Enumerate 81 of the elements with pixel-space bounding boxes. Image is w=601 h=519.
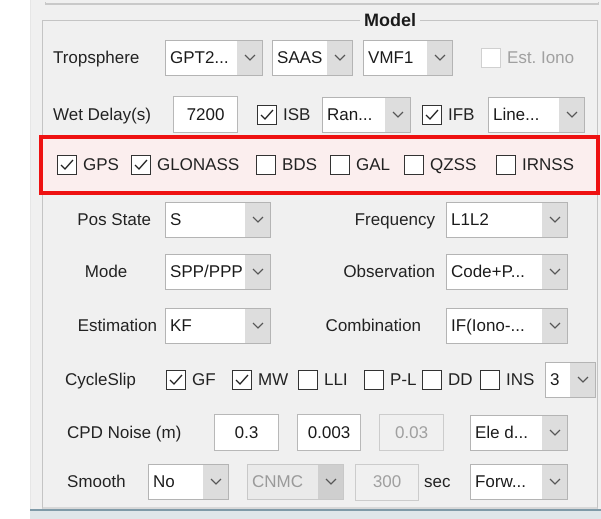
dropdown[interactable]: SAAS — [272, 40, 353, 76]
dropdown[interactable]: S — [165, 202, 271, 238]
checkbox[interactable] — [404, 155, 424, 175]
dropdown[interactable]: Ran... — [322, 96, 411, 132]
field-label: Frequency — [354, 210, 435, 230]
checkbox-label: BDS — [282, 155, 317, 175]
chevron-down-icon — [252, 322, 264, 330]
field-label: Observation — [342, 262, 435, 282]
dropdown[interactable]: IF(Iono-... — [446, 308, 568, 344]
chevron-down-icon — [576, 376, 588, 384]
checkbox-label: ISB — [283, 104, 310, 124]
checkbox[interactable] — [166, 370, 186, 390]
checkbox-label: QZSS — [430, 155, 476, 175]
chevron-down-icon — [548, 268, 560, 276]
field-label: sec — [424, 472, 452, 492]
chevron-down-icon — [334, 54, 346, 62]
chevron-down-icon — [548, 322, 560, 330]
dropdown[interactable]: Code+P... — [446, 254, 568, 290]
checkbox[interactable] — [131, 155, 151, 175]
dropdown[interactable]: 3 — [545, 362, 596, 398]
input-field[interactable]: 0.3 — [214, 414, 279, 451]
chevron-down-icon — [252, 268, 264, 276]
checkbox[interactable] — [422, 104, 442, 124]
chevron-down-icon — [392, 110, 404, 118]
checkbox-label: DD — [448, 370, 473, 390]
chevron-down-icon — [548, 478, 560, 486]
check-icon — [425, 108, 439, 120]
dropdown[interactable]: Forw... — [470, 464, 568, 500]
check-icon — [235, 374, 249, 386]
field-label: Smooth — [67, 472, 127, 492]
checkbox[interactable] — [480, 370, 500, 390]
chevron-down-icon — [548, 216, 560, 224]
checkbox[interactable] — [257, 104, 277, 124]
field-label: Mode — [84, 262, 128, 282]
dropdown[interactable]: KF — [165, 308, 271, 344]
dropdown[interactable]: No — [148, 464, 229, 500]
chevron-down-icon — [566, 110, 578, 118]
check-icon — [60, 159, 74, 171]
checkbox[interactable] — [256, 155, 276, 175]
checkbox-label: INS — [506, 370, 534, 390]
check-icon — [260, 108, 274, 120]
checkbox-label: MW — [258, 370, 288, 390]
field-label: Pos State — [76, 210, 151, 230]
checkbox-label: GLONASS — [157, 155, 240, 175]
field-label: CycleSlip — [65, 370, 137, 390]
field-label: Wet Delay(s) — [53, 104, 152, 124]
checkbox[interactable] — [422, 370, 442, 390]
input-field[interactable]: 0.003 — [297, 414, 361, 451]
field-label: Combination — [324, 316, 421, 336]
checkbox[interactable] — [496, 155, 516, 175]
checkbox-label: GF — [192, 370, 216, 390]
chevron-down-icon — [252, 216, 264, 224]
dropdown[interactable]: SPP/PPP — [165, 254, 271, 290]
field-label: CPD Noise (m) — [67, 422, 182, 442]
dropdown[interactable]: L1L2 — [446, 202, 568, 238]
chevron-down-icon — [244, 54, 256, 62]
checkbox-label: LLI — [324, 370, 348, 390]
field-label: Estimation — [76, 316, 157, 336]
checkbox-label: P-L — [390, 370, 416, 390]
field-label: Tropsphere — [53, 48, 140, 68]
chevron-down-icon — [434, 54, 446, 62]
checkbox[interactable] — [330, 155, 350, 175]
chevron-down-icon — [548, 428, 560, 436]
checkbox-label: GPS — [83, 155, 119, 175]
checkbox[interactable] — [364, 370, 384, 390]
dropdown[interactable]: VMF1 — [363, 40, 453, 76]
checkbox-label: IFB — [448, 104, 474, 124]
checkbox-label: Est. Iono — [507, 48, 574, 68]
chevron-down-icon — [210, 478, 222, 486]
chevron-down-icon — [324, 478, 336, 486]
checkbox[interactable] — [232, 370, 252, 390]
checkbox[interactable] — [57, 155, 77, 175]
checkbox-label: IRNSS — [522, 155, 574, 175]
checkbox[interactable] — [298, 370, 318, 390]
dropdown[interactable]: GPT2... — [165, 40, 263, 76]
dropdown[interactable]: Ele d... — [470, 414, 568, 450]
check-icon — [134, 159, 148, 171]
input-field[interactable]: 7200 — [173, 96, 238, 133]
checkbox-label: GAL — [356, 155, 390, 175]
check-icon — [169, 374, 183, 386]
dropdown[interactable]: Line... — [488, 96, 585, 132]
